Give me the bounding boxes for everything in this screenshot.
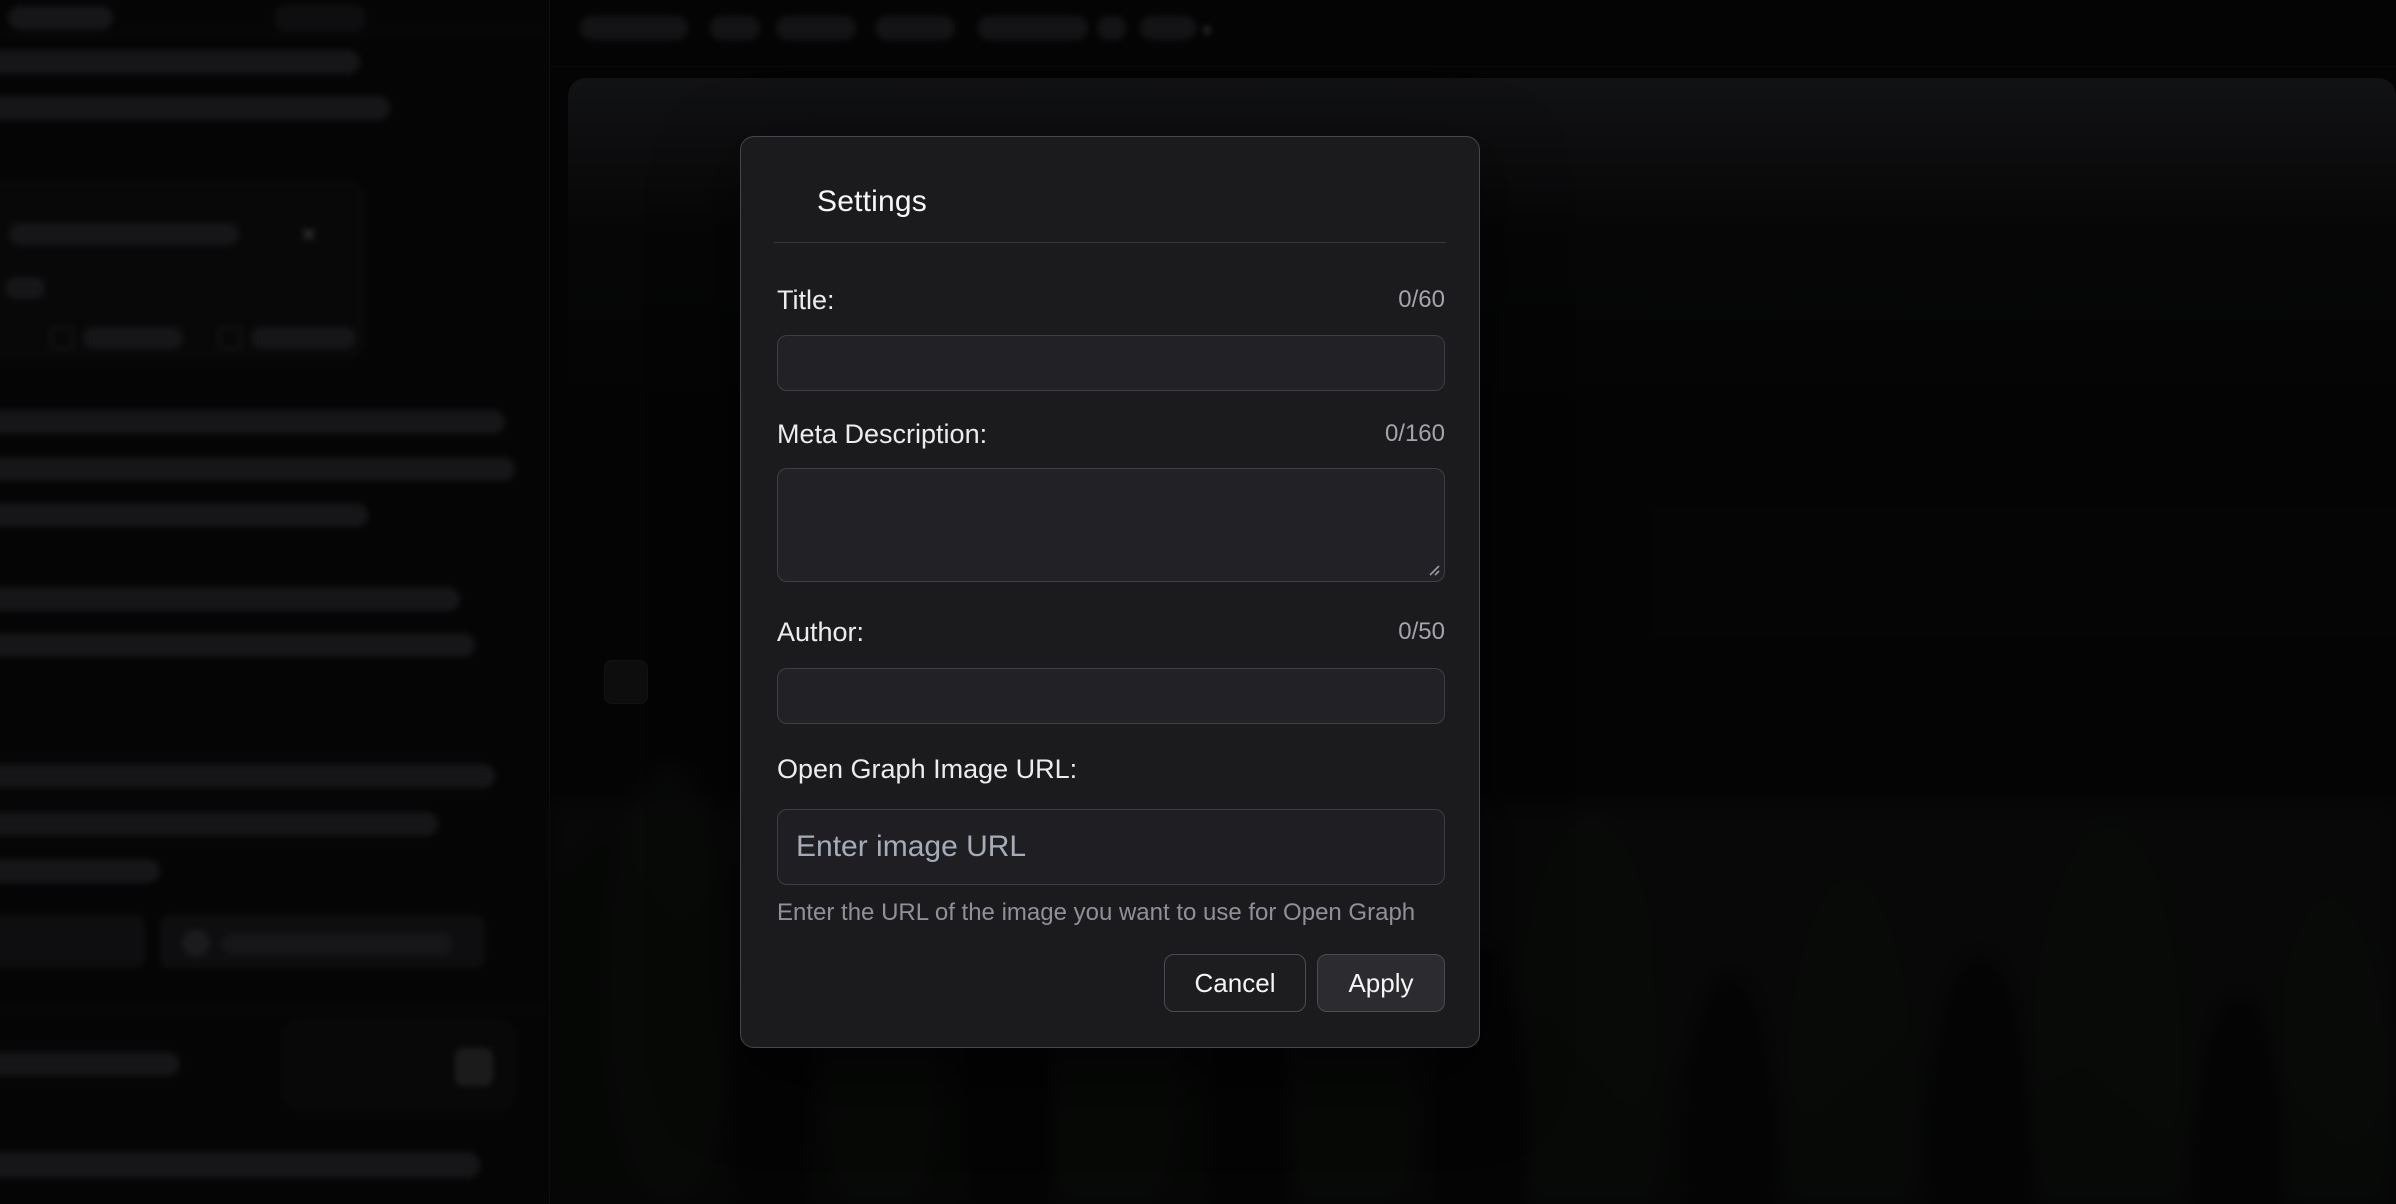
dialog-body: Title: 0/60 Meta Description: 0/160 Auth… bbox=[741, 243, 1479, 1012]
og-helper-text: Enter the URL of the image you want to u… bbox=[777, 899, 1445, 927]
author-input[interactable] bbox=[777, 668, 1445, 724]
author-field-row: Author: 0/50 bbox=[777, 613, 1445, 651]
title-input[interactable] bbox=[777, 335, 1445, 391]
meta-field-row: Meta Description: 0/160 bbox=[777, 415, 1445, 453]
resize-handle-icon[interactable] bbox=[1424, 560, 1440, 576]
og-field-row: Open Graph Image URL: bbox=[777, 750, 1445, 788]
meta-description-wrap bbox=[777, 468, 1445, 582]
meta-description-counter: 0/160 bbox=[1385, 420, 1445, 448]
author-counter: 0/50 bbox=[1398, 618, 1445, 646]
title-label: Title: bbox=[777, 285, 835, 316]
title-field-row: Title: 0/60 bbox=[777, 281, 1445, 319]
meta-description-textarea[interactable] bbox=[777, 468, 1445, 582]
title-counter: 0/60 bbox=[1398, 286, 1445, 314]
apply-button[interactable]: Apply bbox=[1317, 954, 1445, 1012]
settings-dialog: Settings Title: 0/60 Meta Description: 0… bbox=[740, 136, 1480, 1048]
dialog-title: Settings bbox=[817, 185, 1443, 219]
cancel-button[interactable]: Cancel bbox=[1164, 954, 1306, 1012]
og-image-url-label: Open Graph Image URL: bbox=[777, 754, 1077, 785]
meta-description-label: Meta Description: bbox=[777, 419, 987, 450]
author-label: Author: bbox=[777, 617, 864, 648]
dialog-actions: Cancel Apply bbox=[777, 954, 1445, 1012]
dialog-header: Settings bbox=[741, 137, 1479, 219]
og-image-url-input[interactable] bbox=[777, 809, 1445, 885]
